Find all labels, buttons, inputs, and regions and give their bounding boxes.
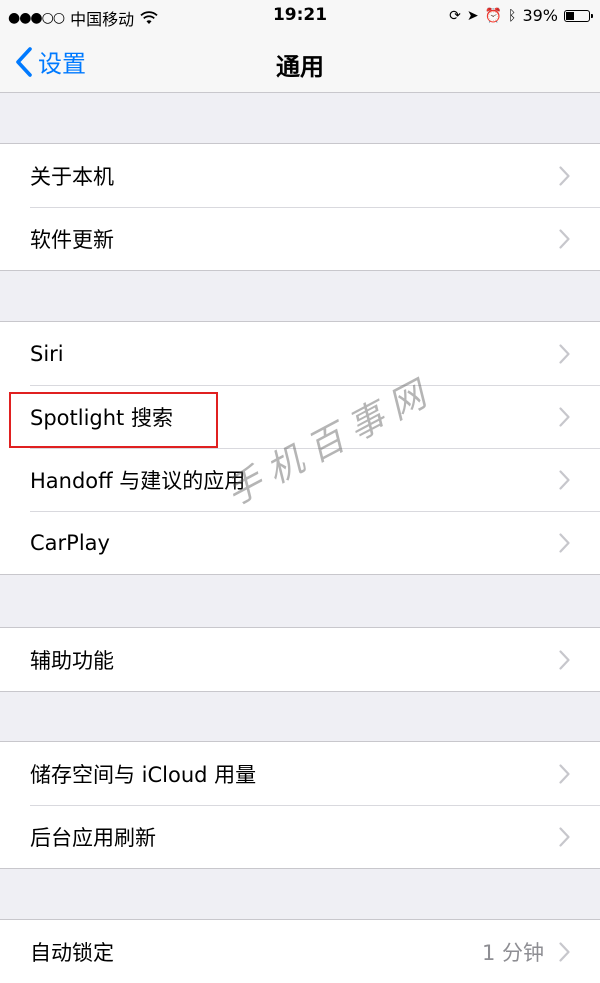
bluetooth-icon: ᛒ (508, 7, 517, 24)
chevron-right-icon (559, 649, 570, 670)
row-label: Siri (30, 341, 64, 366)
navigation-bar: 设置 通用 (0, 32, 600, 93)
row-background-refresh[interactable]: 后台应用刷新 (0, 805, 600, 868)
chevron-right-icon (559, 469, 570, 490)
chevron-right-icon (559, 406, 570, 427)
row-storage-icloud[interactable]: 储存空间与 iCloud 用量 (0, 742, 600, 805)
settings-group-about: 关于本机 软件更新 (0, 143, 600, 271)
row-accessibility[interactable]: 辅助功能 (0, 628, 600, 691)
chevron-right-icon (559, 165, 570, 186)
row-label: Spotlight 搜索 (30, 405, 173, 430)
status-bar: ●●●○○ 中国移动 19:21 ⟳ ➤ ⏰ ᛒ 39% (0, 0, 600, 32)
row-label: 储存空间与 iCloud 用量 (30, 762, 257, 787)
status-right: ⟳ ➤ ⏰ ᛒ 39% (449, 6, 593, 25)
chevron-right-icon (559, 763, 570, 784)
row-label: CarPlay (30, 530, 110, 555)
row-handoff[interactable]: Handoff 与建议的应用 (0, 448, 600, 511)
chevron-right-icon (559, 941, 570, 962)
chevron-right-icon (559, 826, 570, 847)
rotation-lock-icon: ⟳ (449, 7, 461, 24)
row-value: 1 分钟 (481, 940, 544, 965)
row-label: 自动锁定 (30, 940, 114, 965)
row-carplay[interactable]: CarPlay (0, 511, 600, 574)
page-title: 通用 (276, 53, 324, 81)
battery-icon (564, 9, 593, 22)
alarm-icon: ⏰ (484, 7, 503, 24)
chevron-right-icon (559, 343, 570, 364)
chevron-right-icon (559, 532, 570, 553)
battery-level-fill (566, 11, 574, 20)
row-label: Handoff 与建议的应用 (30, 468, 246, 493)
row-software-update[interactable]: 软件更新 (0, 207, 600, 270)
row-siri[interactable]: Siri (0, 322, 600, 385)
row-label: 软件更新 (30, 227, 114, 252)
row-label: 关于本机 (30, 164, 114, 189)
settings-group-siri: Siri Spotlight 搜索 Handoff 与建议的应用 CarPlay (0, 321, 600, 575)
row-about[interactable]: 关于本机 (0, 144, 600, 207)
settings-group-storage: 储存空间与 iCloud 用量 后台应用刷新 (0, 741, 600, 869)
row-label: 辅助功能 (30, 648, 114, 673)
row-spotlight-search[interactable]: Spotlight 搜索 (0, 385, 600, 448)
settings-group-accessibility: 辅助功能 (0, 627, 600, 692)
row-auto-lock[interactable]: 自动锁定 1 分钟 (0, 920, 600, 983)
location-arrow-icon: ➤ (466, 7, 479, 24)
row-label: 后台应用刷新 (30, 825, 156, 850)
chevron-right-icon (559, 228, 570, 249)
settings-group-autolock: 自动锁定 1 分钟 (0, 919, 600, 983)
battery-percent: 39% (522, 6, 558, 25)
